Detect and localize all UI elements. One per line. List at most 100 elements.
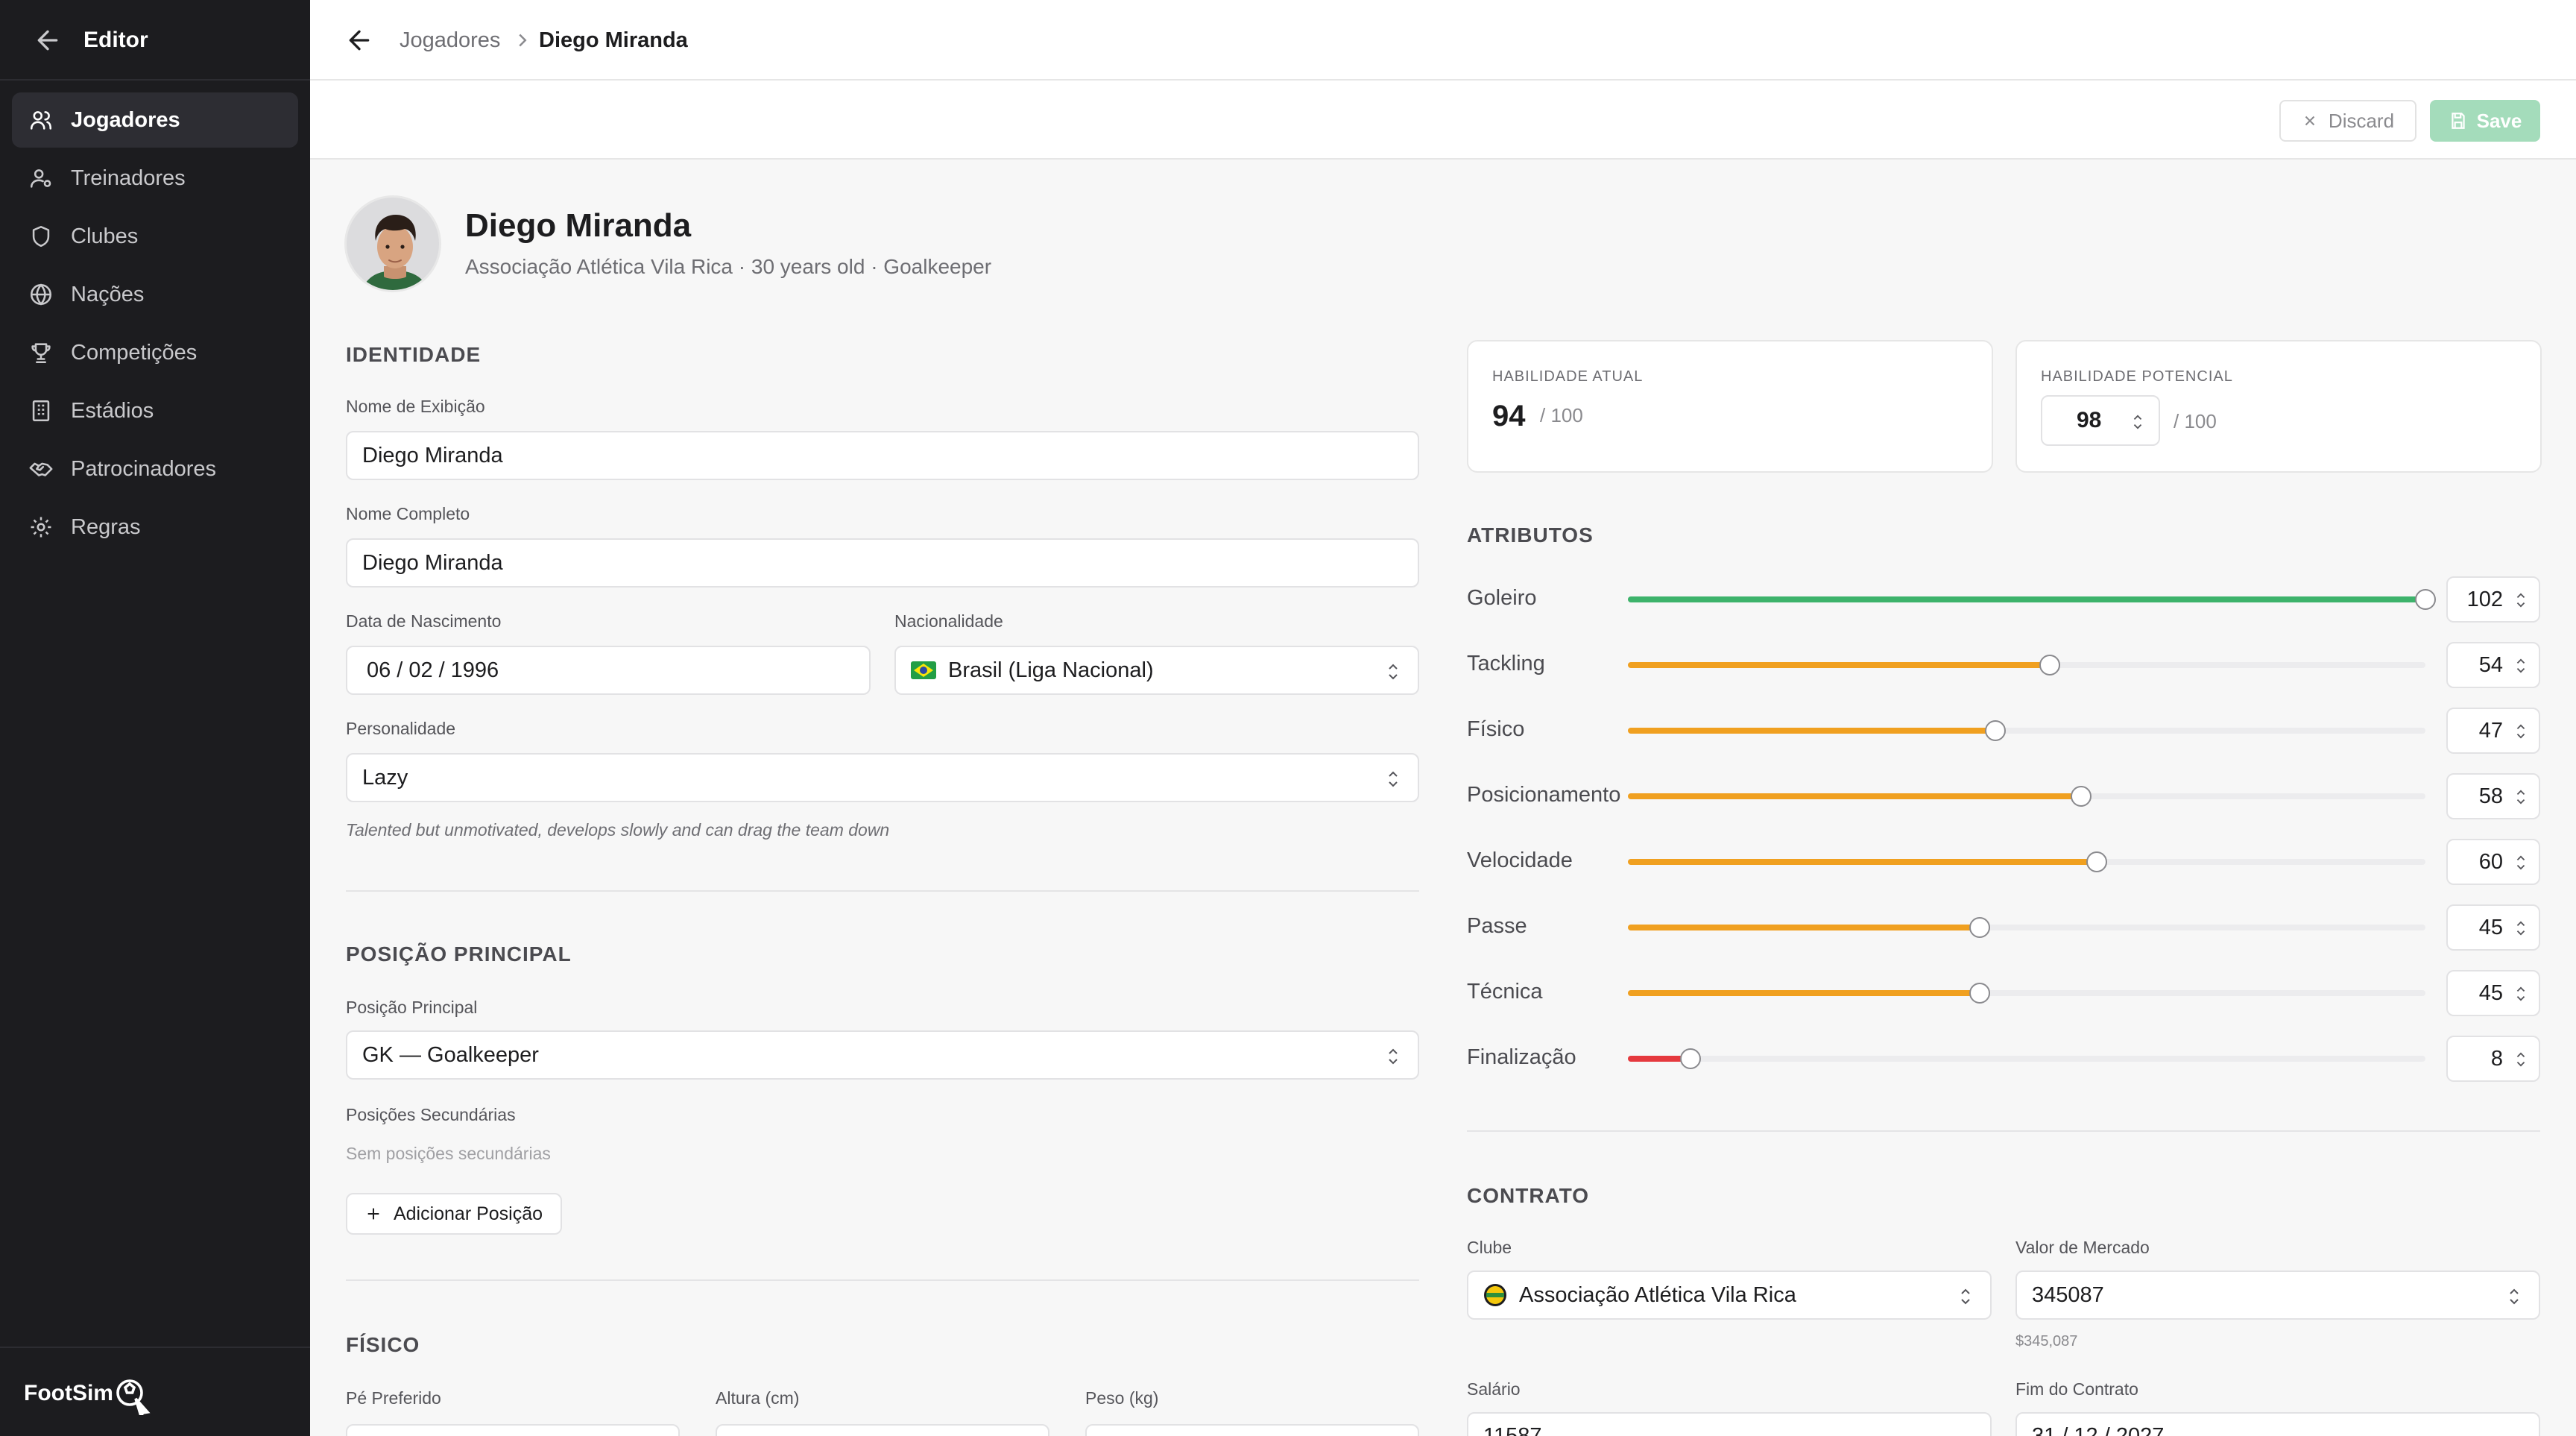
potential-ability-stepper[interactable]: 98 [2041,395,2160,446]
club-value: Associação Atlética Vila Rica [1519,1282,1796,1307]
preferred-foot-select[interactable] [346,1424,680,1436]
sidebar-item-competicoes[interactable]: Competições [12,325,298,380]
attribute-slider-thumb[interactable] [2415,589,2436,610]
dob-year[interactable]: 1996 [451,658,499,683]
attribute-slider-thumb[interactable] [1679,1048,1701,1069]
weight-input[interactable] [1085,1424,1419,1436]
potential-ability-card: HABILIDADE POTENCIAL 98 / 100 [2015,340,2542,473]
nationality-label: Nacionalidade [894,611,1003,631]
attribute-slider[interactable] [1628,786,2425,807]
chevron-up-down-icon[interactable] [2513,787,2528,807]
chevron-up-down-icon[interactable] [2506,1287,2522,1306]
dob-day[interactable]: 06 [367,658,391,683]
chevron-up-down-icon[interactable] [2513,983,2528,1004]
dob-input[interactable]: 06/ 02/ 1996 [346,646,871,695]
attribute-slider-thumb[interactable] [2039,655,2061,676]
sidebar-item-label: Competições [71,341,198,365]
chevron-up-down-icon[interactable] [2513,721,2528,742]
chevron-up-down-icon [1389,771,1398,787]
attribute-slider-thumb[interactable] [2086,851,2108,872]
salary-input[interactable]: 11587 [1467,1412,1992,1436]
personality-value: Lazy [362,765,408,790]
club-label: Clube [1467,1238,1512,1257]
contract-end-value: 31 / 12 / 2027 [2032,1424,2165,1436]
attribute-label: Velocidade [1467,848,1573,872]
section-title-attributes: ATRIBUTOS [1467,523,1594,547]
club-select[interactable]: Associação Atlética Vila Rica [1467,1270,1992,1320]
attribute-slider[interactable] [1628,720,2425,741]
dob-month[interactable]: 02 [408,658,432,683]
sidebar-item-label: Regras [71,515,141,539]
attribute-slider[interactable] [1628,1048,2425,1069]
breadcrumb-parent-link[interactable]: Jogadores [400,25,500,55]
personality-hint: Talented but unmotivated, develops slowl… [346,820,890,840]
sidebar-item-jogadores[interactable]: Jogadores [12,92,298,148]
height-input[interactable] [716,1424,1049,1436]
full-name-label: Nome Completo [346,504,470,523]
sidebar-item-clubes[interactable]: Clubes [12,209,298,264]
brand-name: FootSim [24,1381,113,1405]
attribute-value-stepper[interactable]: 60 [2446,839,2540,885]
dob-separator: / [438,658,445,682]
chevron-up-down-icon[interactable] [2513,918,2528,939]
attribute-slider-fill [1628,925,1980,930]
display-name-input[interactable]: Diego Miranda [346,431,1419,480]
full-name-input[interactable]: Diego Miranda [346,538,1419,588]
chevron-up-down-icon[interactable] [2513,590,2528,611]
attribute-slider-thumb[interactable] [1969,983,1991,1004]
attribute-slider[interactable] [1628,655,2425,676]
attribute-slider[interactable] [1628,917,2425,938]
personality-select[interactable]: Lazy [346,753,1419,802]
market-value-input[interactable]: 345087 [2015,1270,2540,1320]
attribute-value-stepper[interactable]: 45 [2446,970,2540,1016]
sidebar-item-patrocinadores[interactable]: Patrocinadores [12,441,298,497]
sidebar-item-nacoes[interactable]: Nações [12,267,298,322]
divider [346,890,1419,892]
attribute-slider[interactable] [1628,589,2436,610]
attribute-slider-thumb[interactable] [1985,720,2007,741]
discard-button[interactable]: Discard [2279,100,2416,142]
chevron-up-down-icon [1389,1048,1398,1065]
full-name-value: Diego Miranda [362,550,503,575]
save-icon [2451,113,2465,129]
main-position-select[interactable]: GK — Goalkeeper [346,1030,1419,1080]
chevron-up-down-icon[interactable] [2513,1049,2528,1070]
potential-ability-max: / 100 [2174,410,2217,432]
chevron-up-down-icon[interactable] [2130,412,2145,432]
nationality-value: Brasil (Liga Nacional) [948,658,1154,682]
back-arrow-icon[interactable] [33,25,63,55]
sidebar-item-label: Nações [71,283,145,306]
attribute-slider[interactable] [1628,983,2425,1004]
attribute-value-stepper[interactable]: 45 [2446,904,2540,951]
close-icon [2305,116,2315,126]
attribute-label: Goleiro [1467,586,1537,610]
attribute-value: 58 [2478,784,2503,808]
attribute-value-stepper[interactable]: 47 [2446,708,2540,754]
attribute-slider[interactable] [1628,851,2425,872]
sidebar-item-regras[interactable]: Regras [12,500,298,555]
attribute-value-stepper[interactable]: 58 [2446,773,2540,819]
attribute-value-stepper[interactable]: 8 [2446,1036,2540,1082]
sidebar-item-estadios[interactable]: Estádios [12,383,298,438]
save-button[interactable]: Save [2430,100,2540,142]
sidebar-item-treinadores[interactable]: Treinadores [12,151,298,206]
section-title-identity: IDENTIDADE [346,343,482,366]
attribute-slider-thumb[interactable] [1969,917,1991,938]
attribute-value-stepper[interactable]: 54 [2446,642,2540,688]
add-position-button[interactable]: Adicionar Posição [346,1193,562,1235]
attribute-slider-thumb[interactable] [2071,786,2092,807]
sidebar-footer: FootSim [0,1347,310,1436]
globe-icon [30,283,52,306]
club-crest-icon [1484,1284,1506,1306]
contract-end-input[interactable]: 31 / 12 / 2027 [2015,1412,2540,1436]
handshake-icon [29,462,53,476]
display-name-value: Diego Miranda [362,443,503,467]
attribute-value-stepper[interactable]: 102 [2446,576,2540,623]
chevron-up-down-icon[interactable] [2513,655,2528,676]
sidebar-item-label: Estádios [71,399,154,423]
nationality-select[interactable]: Brasil (Liga Nacional) [894,646,1419,695]
back-arrow-icon[interactable] [344,25,374,55]
add-position-label: Adicionar Posição [393,1203,543,1224]
brand-logo-icon [116,1379,151,1415]
chevron-up-down-icon[interactable] [2513,852,2528,873]
